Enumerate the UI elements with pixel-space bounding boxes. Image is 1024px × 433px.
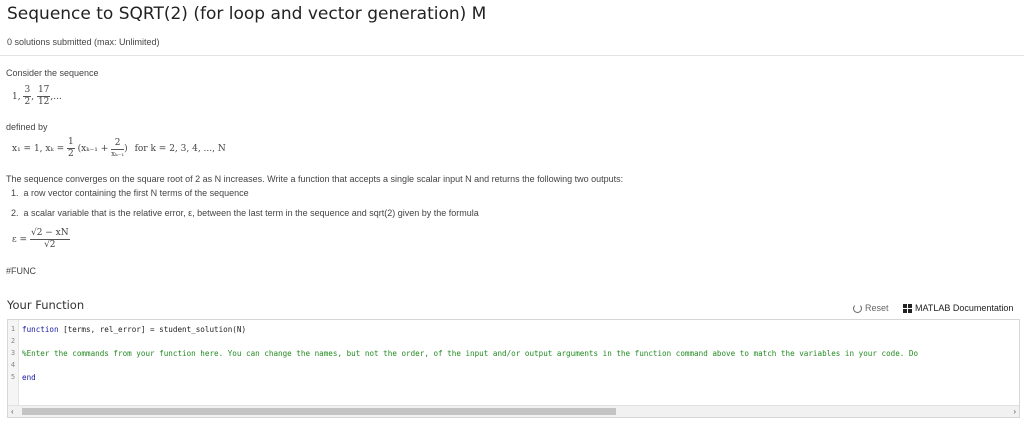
output-item-1: 1. a row vector containing the first N t… xyxy=(11,188,249,198)
rec-half-num: 1 xyxy=(67,137,75,149)
scrollbar-thumb[interactable] xyxy=(22,408,616,415)
rec-paren-open: (xₖ₋₁ + xyxy=(77,144,109,154)
your-function-heading: Your Function xyxy=(7,298,85,312)
error-formula: ε = √2 − xN √2 xyxy=(12,229,70,250)
line-number: 4 xyxy=(10,361,16,369)
line-number: 5 xyxy=(10,373,16,381)
code-line-1[interactable]: function [terms, rel_error] = student_so… xyxy=(22,325,246,334)
line-number: 1 xyxy=(10,325,16,333)
seq-den-2: 12 xyxy=(37,97,50,107)
rec-lhs: x₁ = 1, xₖ = xyxy=(12,144,65,154)
seq-first: 1, xyxy=(12,92,21,102)
function-signature: [terms, rel_error] = student_solution(N) xyxy=(58,325,247,334)
rec-paren-close: ) xyxy=(124,144,128,154)
code-comment: %Enter the commands from your function h… xyxy=(22,349,919,358)
output-item-1-text: a row vector containing the first N term… xyxy=(23,188,249,198)
seq-comma: , xyxy=(31,92,35,102)
matlab-documentation-link[interactable]: MATLAB Documentation xyxy=(903,303,1013,313)
code-line-5[interactable]: end xyxy=(22,373,36,382)
func-tag: #FUNC xyxy=(6,266,37,276)
reset-label: Reset xyxy=(865,303,889,313)
defined-by-text: defined by xyxy=(6,122,48,132)
rec-for: for k = 2, 3, 4, ..., N xyxy=(134,144,226,154)
err-lhs: ε = xyxy=(12,235,28,245)
code-line-3[interactable]: %Enter the commands from your function h… xyxy=(22,349,918,358)
output-item-2-num: 2. xyxy=(11,208,19,218)
rec-two-num: 2 xyxy=(111,139,125,150)
code-editor[interactable]: 1 2 3 4 5 function [terms, rel_error] = … xyxy=(7,319,1020,418)
rec-two-den: xₖ₋₁ xyxy=(111,150,125,158)
rec-half-den: 2 xyxy=(68,149,74,159)
matlab-documentation-label: MATLAB Documentation xyxy=(915,303,1014,313)
consider-text: Consider the sequence xyxy=(6,68,99,78)
scroll-left-icon[interactable]: ‹ xyxy=(11,406,14,417)
page-title: Sequence to SQRT(2) (for loop and vector… xyxy=(7,4,487,24)
line-number: 2 xyxy=(10,337,16,345)
seq-tail: ,... xyxy=(50,92,62,102)
output-item-2: 2. a scalar variable that is the relativ… xyxy=(11,208,479,218)
sequence-formula: 1, 3 2 , 17 12 ,... xyxy=(12,86,62,107)
matlab-grid-icon xyxy=(903,303,912,313)
reset-button[interactable]: Reset xyxy=(853,303,889,313)
rec-half-fraction: 1 2 xyxy=(67,138,75,159)
seq-fraction-2: 17 12 xyxy=(36,85,51,107)
seq-num-2: 17 xyxy=(36,85,51,97)
reset-icon xyxy=(853,303,862,313)
function-keyword: function xyxy=(22,325,59,334)
rec-two-fraction: 2 xₖ₋₁ xyxy=(111,139,125,158)
err-den: √2 xyxy=(44,240,56,250)
line-number-gutter: 1 2 3 4 5 xyxy=(8,320,19,406)
end-keyword: end xyxy=(22,373,36,382)
output-item-2-text: a scalar variable that is the relative e… xyxy=(23,208,479,218)
header-divider xyxy=(0,55,1024,56)
converges-text: The sequence converges on the square roo… xyxy=(6,174,624,184)
line-number: 3 xyxy=(10,349,16,357)
output-item-1-num: 1. xyxy=(11,188,19,198)
err-fraction: √2 − xN √2 xyxy=(29,228,70,250)
err-num: √2 − xN xyxy=(29,228,70,240)
recurrence-formula: x₁ = 1, xₖ = 1 2 (xₖ₋₁ + 2 xₖ₋₁ ) for k … xyxy=(12,138,226,159)
submissions-count: 0 solutions submitted (max: Unlimited) xyxy=(7,37,160,47)
scroll-right-icon[interactable]: › xyxy=(1013,406,1016,417)
horizontal-scrollbar[interactable]: ‹ › xyxy=(8,405,1019,417)
